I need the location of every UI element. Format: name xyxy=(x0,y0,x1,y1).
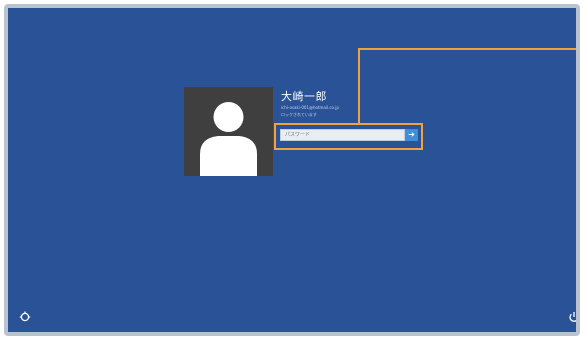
submit-arrow-button[interactable]: ➔ xyxy=(405,129,418,141)
ease-of-access-button[interactable] xyxy=(18,311,32,325)
callout-line xyxy=(358,48,576,123)
password-row: ➔ xyxy=(280,129,418,141)
ease-of-access-icon xyxy=(19,311,31,326)
user-silhouette-icon xyxy=(200,102,257,176)
user-avatar xyxy=(184,87,273,176)
lock-screen: 大崎一郎 ichi-osaki-001@hotmail.co.jp ロックされて… xyxy=(8,8,576,332)
user-email: ichi-osaki-001@hotmail.co.jp xyxy=(281,105,339,110)
password-input[interactable] xyxy=(280,129,405,141)
arrow-right-icon: ➔ xyxy=(408,130,415,139)
power-icon xyxy=(568,312,576,326)
screenshot-frame: 大崎一郎 ichi-osaki-001@hotmail.co.jp ロックされて… xyxy=(4,4,580,336)
power-button[interactable] xyxy=(567,311,576,325)
lock-status-text: ロックされています xyxy=(281,112,317,117)
user-name: 大崎一郎 xyxy=(281,90,327,103)
